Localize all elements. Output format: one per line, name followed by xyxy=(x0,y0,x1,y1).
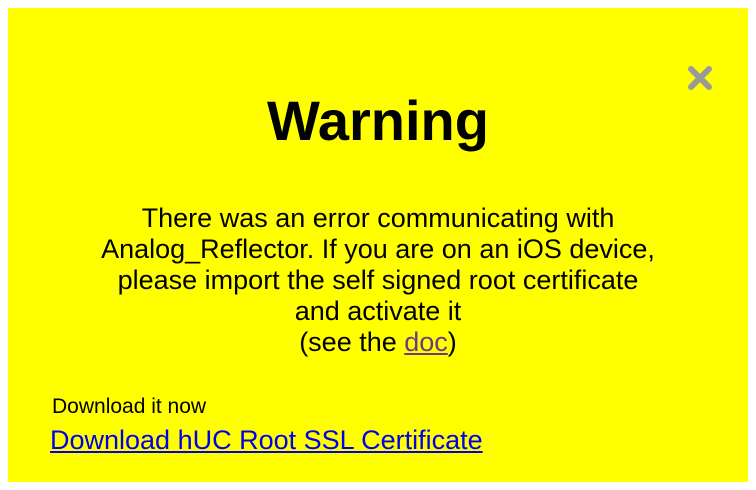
see-doc-line: (see the doc) xyxy=(38,327,718,358)
warning-dialog: Warning There was an error communicating… xyxy=(8,8,748,482)
doc-link[interactable]: doc xyxy=(404,327,448,357)
dialog-title: Warning xyxy=(267,89,489,152)
see-prefix: (see the xyxy=(299,327,405,357)
download-certificate-link[interactable]: Download hUC Root SSL Certificate xyxy=(50,424,483,456)
message-line: please import the self signed root certi… xyxy=(117,265,639,295)
message-line: and activate it xyxy=(294,296,462,326)
message-line: There was an error communicating with xyxy=(141,203,615,233)
warning-message: There was an error communicating with An… xyxy=(38,203,718,358)
see-suffix: ) xyxy=(447,327,457,357)
message-line: Analog_Reflector. If you are on an iOS d… xyxy=(101,234,655,264)
download-label: Download it now xyxy=(52,395,207,418)
